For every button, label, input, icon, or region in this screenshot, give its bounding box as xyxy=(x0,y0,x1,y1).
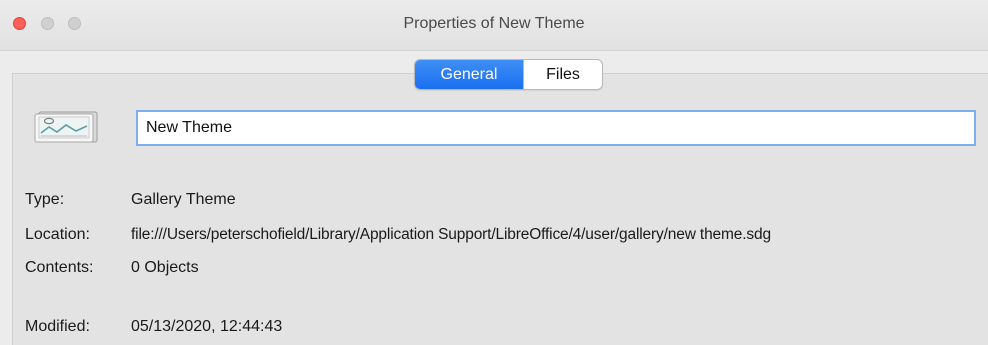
tab-bar: General Files xyxy=(414,59,603,90)
location-label: Location: xyxy=(25,226,90,243)
tab-general[interactable]: General xyxy=(415,60,523,89)
location-value: file:///Users/peterschofield/Library/App… xyxy=(131,226,771,243)
theme-name-input[interactable] xyxy=(136,110,976,146)
window-title: Properties of New Theme xyxy=(403,15,585,32)
title-bar[interactable]: Properties of New Theme xyxy=(0,0,988,51)
type-value: Gallery Theme xyxy=(131,191,236,208)
contents-label: Contents: xyxy=(25,259,94,276)
gallery-theme-icon xyxy=(34,111,98,143)
contents-value: 0 Objects xyxy=(131,259,199,276)
type-label: Type: xyxy=(25,191,65,208)
tab-files[interactable]: Files xyxy=(523,60,602,89)
modified-value: 05/13/2020, 12:44:43 xyxy=(131,318,283,335)
modified-label: Modified: xyxy=(25,318,90,335)
properties-dialog: Properties of New Theme General Files Ty… xyxy=(0,0,988,345)
